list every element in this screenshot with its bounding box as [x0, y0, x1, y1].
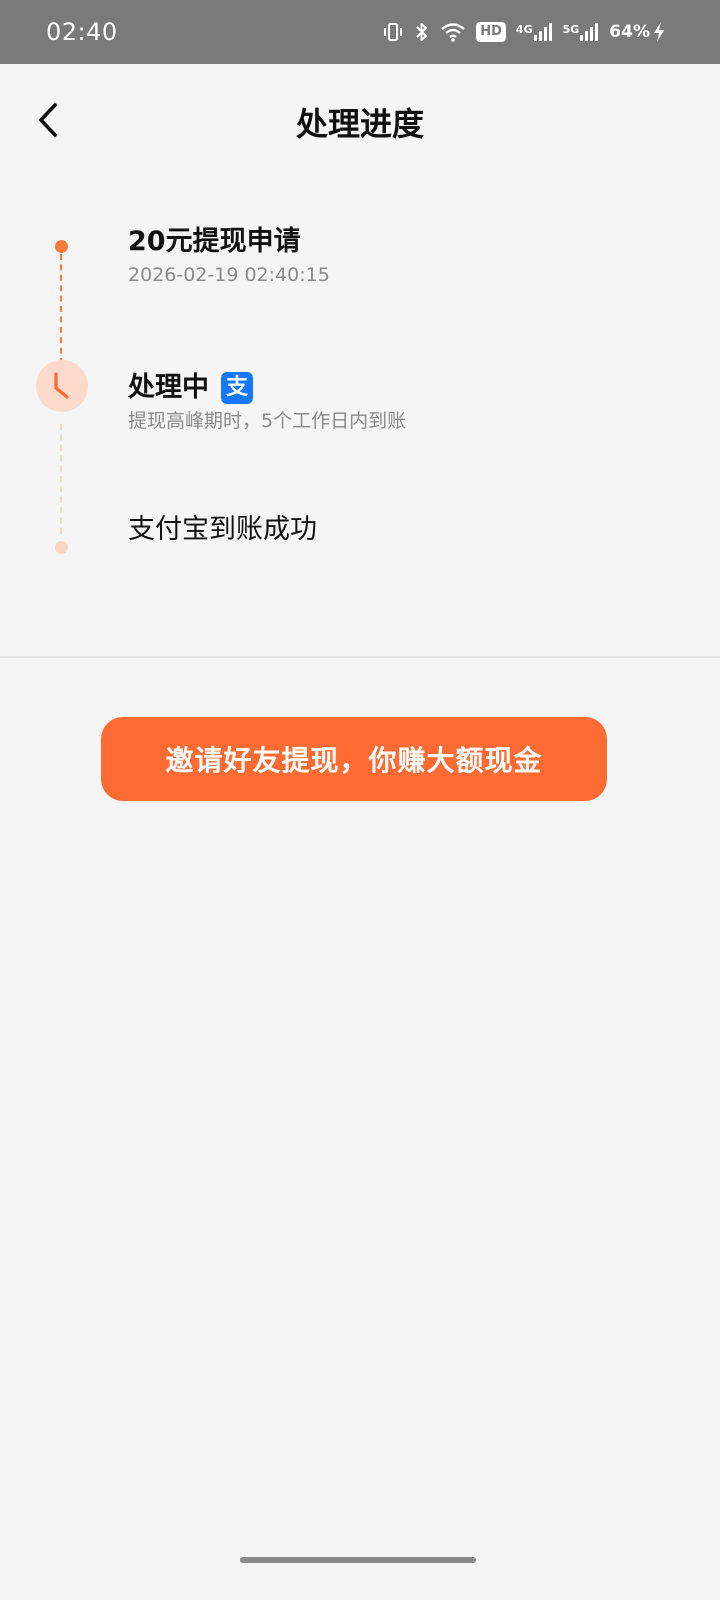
battery-status: 64% — [609, 21, 666, 43]
step-apply-timestamp: 2026-02-19 02:40:15 — [128, 264, 330, 286]
signal-5g-icon: 5G — [563, 22, 600, 42]
hd-badge: HD — [476, 22, 506, 42]
timeline-dot-pending — [55, 541, 68, 554]
network-5g-label: 5G — [562, 23, 580, 36]
step-processing-note: 提现高峰期时，5个工作日内到账 — [128, 410, 407, 432]
section-divider — [0, 656, 720, 658]
step-processing: 处理中 支 — [128, 370, 253, 406]
clock-icon — [36, 360, 88, 412]
vibrate-icon — [382, 21, 404, 43]
step-apply-title: 20元提现申请 — [128, 226, 301, 257]
charging-icon — [652, 21, 666, 43]
status-time: 02:40 — [46, 18, 118, 46]
header: 处理进度 — [0, 64, 720, 188]
page-title: 处理进度 — [295, 105, 424, 143]
signal-4g-icon: 4G — [516, 22, 553, 42]
alipay-icon: 支 — [221, 372, 253, 404]
progress-timeline: 20元提现申请 2026-02-19 02:40:15 处理中 支 提现高峰期时… — [0, 188, 720, 668]
step-processing-title: 处理中 — [128, 372, 209, 403]
status-icons: HD 4G 5G 64% — [382, 18, 666, 46]
timeline-connector-done — [60, 254, 62, 364]
step-success-title: 支付宝到账成功 — [128, 514, 317, 545]
alipay-icon-glyph: 支 — [225, 375, 248, 400]
wifi-icon — [440, 21, 466, 43]
bluetooth-icon — [414, 21, 430, 43]
timeline-dot-done — [55, 240, 68, 253]
timeline-connector-pending — [60, 424, 62, 534]
home-indicator[interactable] — [240, 1557, 476, 1563]
status-bar: 02:40 HD 4G 5G 64% — [0, 0, 720, 64]
battery-percent: 64% — [609, 22, 650, 42]
network-4g-label: 4G — [515, 23, 533, 36]
invite-friends-button[interactable]: 邀请好友提现，你赚大额现金 — [101, 717, 607, 801]
